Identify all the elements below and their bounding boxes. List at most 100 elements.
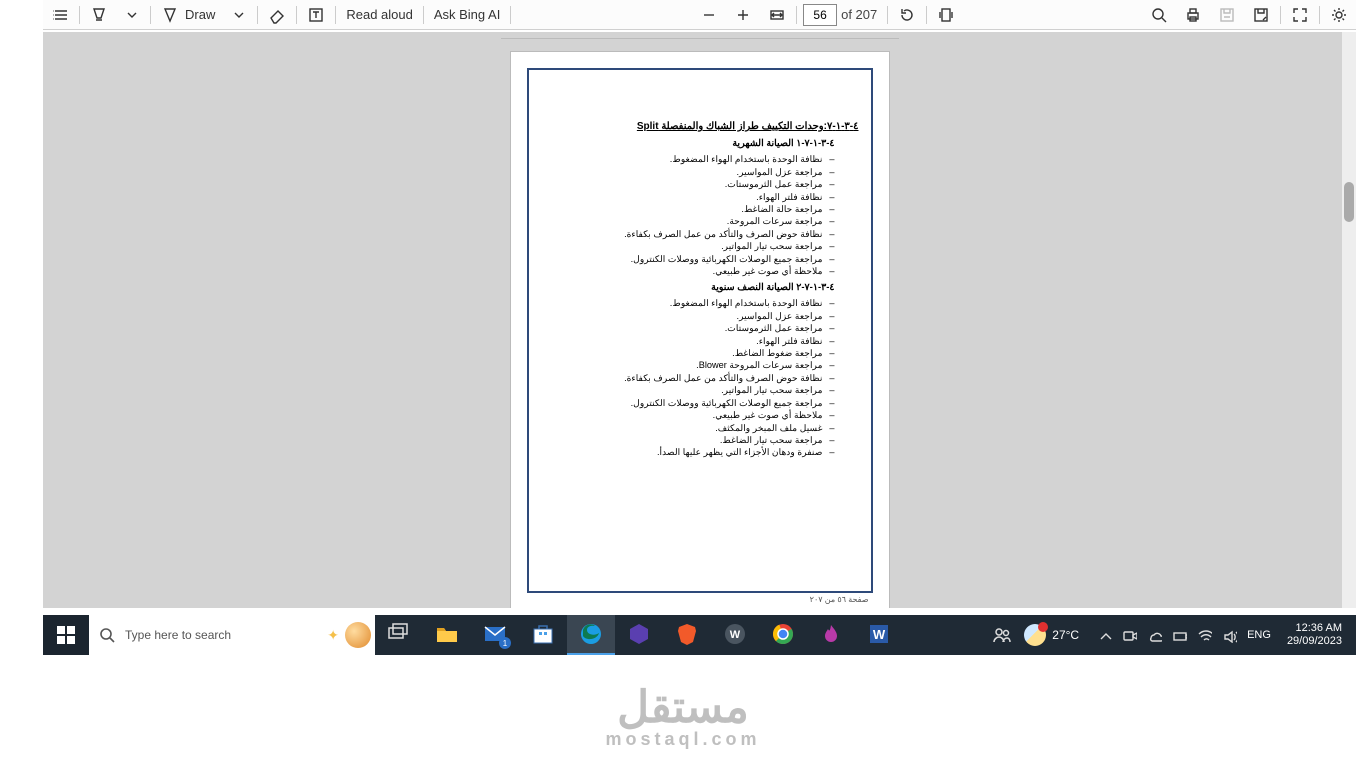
text-tool-button[interactable]: [299, 0, 333, 29]
svg-text:W: W: [873, 627, 886, 642]
list-item: ملاحظة أي صوت غير طبيعي.: [541, 265, 823, 277]
list-item: نظافة الوحدة باستخدام الهواء المضغوط.: [541, 297, 823, 309]
text-icon: [307, 6, 325, 24]
chrome-button[interactable]: [759, 615, 807, 655]
read-aloud-button[interactable]: Read aloud: [338, 0, 421, 29]
watermark: مستقل mostaql.com: [0, 682, 1366, 750]
people-icon: [992, 625, 1012, 645]
ask-ai-label: Ask Bing AI: [434, 7, 500, 22]
list-icon: [51, 6, 69, 24]
fit-width-icon: [768, 6, 786, 24]
highlight-icon: [90, 6, 108, 24]
task-view-button[interactable]: [375, 615, 423, 655]
scrollbar-thumb[interactable]: [1344, 182, 1354, 222]
list-item: مراجعة جميع الوصلات الكهربائية ووصلات ال…: [541, 397, 823, 409]
save-as-icon: [1252, 6, 1270, 24]
system-tray: ENG 12:36 AM 29/09/2023: [1089, 622, 1356, 647]
word-button[interactable]: W: [855, 615, 903, 655]
list-item: مراجعة عزل المواسير.: [541, 310, 823, 322]
list-item: مراجعة سحب تيار المواتير.: [541, 384, 823, 396]
edge-button[interactable]: [567, 615, 615, 655]
people-button[interactable]: [980, 615, 1024, 655]
minus-icon: [700, 6, 718, 24]
wifi-icon[interactable]: [1197, 628, 1212, 643]
brave-button[interactable]: [663, 615, 711, 655]
mail-button[interactable]: 1: [471, 615, 519, 655]
app-hexagon-button[interactable]: [615, 615, 663, 655]
print-button[interactable]: [1176, 0, 1210, 29]
weather-temp: 27°C: [1052, 628, 1079, 642]
save-as-button[interactable]: [1244, 0, 1278, 29]
list-item: مراجعة ضغوط الضاغط.: [541, 347, 823, 359]
draw-button[interactable]: Draw: [153, 0, 223, 29]
search-button[interactable]: [1142, 0, 1176, 29]
search-placeholder: Type here to search: [125, 628, 231, 642]
rotate-button[interactable]: [890, 0, 924, 29]
page-view-button[interactable]: [929, 0, 963, 29]
list-item: مراجعة سرعات المروحة Blower.: [541, 359, 823, 371]
viewer-scrollbar[interactable]: [1342, 32, 1356, 608]
battery-icon[interactable]: [1172, 628, 1187, 643]
list-item: مراجعة عمل الثرموستات.: [541, 178, 823, 190]
list-item: مراجعة سحب تيار المواتير.: [541, 240, 823, 252]
page-number-input[interactable]: [803, 4, 837, 26]
language-indicator[interactable]: ENG: [1247, 629, 1271, 641]
highlight-button[interactable]: [82, 0, 116, 29]
taskbar-search[interactable]: Type here to search ✦: [89, 615, 375, 655]
onedrive-icon[interactable]: [1147, 628, 1162, 643]
previous-page-peek: [501, 38, 899, 39]
page-view-icon: [937, 6, 955, 24]
gear-icon: [1330, 6, 1348, 24]
save-button-disabled: [1210, 0, 1244, 29]
save-icon: [1218, 6, 1236, 24]
mail-badge: 1: [499, 637, 511, 649]
document-section-title: ٤-٣-١-٧:وحدات التكييف طراز الشباك والمنف…: [541, 120, 859, 134]
erase-button[interactable]: [260, 0, 294, 29]
list-item: نظافة الوحدة باستخدام الهواء المضغوط.: [541, 153, 823, 165]
list-item: ملاحظة أي صوت غير طبيعي.: [541, 409, 823, 421]
highlight-chevron[interactable]: [116, 0, 148, 29]
watermark-url: mostaql.com: [605, 729, 760, 750]
circle-w-icon: W: [723, 622, 747, 646]
hexagon-icon: [627, 622, 651, 646]
fullscreen-button[interactable]: [1283, 0, 1317, 29]
toc-button[interactable]: [43, 0, 77, 29]
read-aloud-label: Read aloud: [346, 7, 413, 22]
ask-ai-button[interactable]: Ask Bing AI: [426, 0, 508, 29]
fit-width-button[interactable]: [760, 0, 794, 29]
chrome-icon: [771, 622, 795, 646]
plus-icon: [734, 6, 752, 24]
document-list-1: نظافة الوحدة باستخدام الهواء المضغوط. مرا…: [541, 153, 859, 277]
list-item: مراجعة سحب تيار الضاغط.: [541, 434, 823, 446]
chevron-down-icon: [124, 7, 140, 23]
list-item: غسيل ملف المبخر والمكثف.: [541, 422, 823, 434]
clock[interactable]: 12:36 AM 29/09/2023: [1281, 622, 1348, 647]
svg-text:W: W: [730, 629, 741, 641]
app-flame-button[interactable]: [807, 615, 855, 655]
store-button[interactable]: [519, 615, 567, 655]
windows-icon: [57, 626, 75, 644]
document-subsection-2: ٤-٣-١-٧-٢ الصيانة النصف سنوية: [541, 282, 835, 295]
page-count-label: of 207: [841, 7, 877, 22]
list-item: نظافة حوض الصرف والتأكد من عمل الصرف بكف…: [541, 228, 823, 240]
zoom-in-button[interactable]: [726, 0, 760, 29]
pdf-viewer[interactable]: ٤-٣-١-٧:وحدات التكييف طراز الشباك والمنف…: [43, 32, 1356, 608]
settings-button[interactable]: [1322, 0, 1356, 29]
clock-time: 12:36 AM: [1287, 622, 1342, 635]
weather-widget[interactable]: 27°C: [1024, 624, 1079, 646]
draw-chevron[interactable]: [223, 0, 255, 29]
folder-icon: [435, 622, 459, 646]
volume-icon[interactable]: [1222, 628, 1237, 643]
print-icon: [1184, 6, 1202, 24]
chevron-up-icon[interactable]: [1097, 628, 1112, 643]
page-footer: صفحة ٥٦ من ٢٠٧: [527, 593, 873, 604]
edge-icon: [579, 622, 603, 646]
file-explorer-button[interactable]: [423, 615, 471, 655]
start-button[interactable]: [43, 615, 89, 655]
app-w-button[interactable]: W: [711, 615, 759, 655]
draw-icon: [161, 6, 179, 24]
meet-now-icon[interactable]: [1122, 628, 1137, 643]
zoom-out-button[interactable]: [692, 0, 726, 29]
list-item: مراجعة جميع الوصلات الكهربائية ووصلات ال…: [541, 253, 823, 265]
chevron-down-icon: [231, 7, 247, 23]
